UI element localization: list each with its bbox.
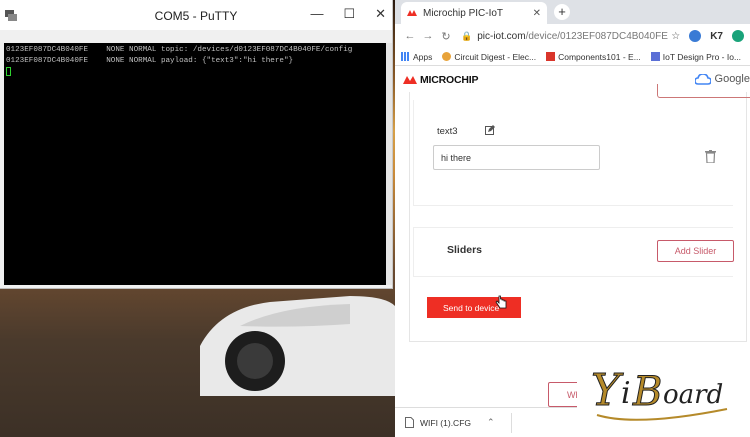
terminal-cursor bbox=[6, 67, 11, 76]
bookmark-label: IoT Design Pro - Io... bbox=[662, 51, 742, 62]
bookmark-label: Circuit Digest - Elec... bbox=[454, 51, 537, 62]
url-path: /device/0123EF087DC4B040FE bbox=[525, 30, 668, 42]
extension-icon[interactable] bbox=[689, 30, 702, 42]
microchip-logo-text: MICROCHIP bbox=[420, 74, 479, 86]
bookmark-apps[interactable]: Apps bbox=[401, 52, 432, 62]
bookmark-iot-design-pro[interactable]: IoT Design Pro - Io... bbox=[650, 51, 742, 62]
download-item[interactable]: WIFI (1).CFG bbox=[405, 417, 471, 428]
putty-titlebar[interactable]: COM5 - PuTTY — ☐ ✕ bbox=[0, 0, 392, 30]
sliders-title: Sliders bbox=[447, 244, 483, 256]
edit-icon[interactable] bbox=[485, 125, 495, 135]
text3-label: text3 bbox=[437, 126, 458, 137]
bookmark-components101[interactable]: Components101 - E... bbox=[546, 52, 641, 62]
back-icon[interactable]: ← bbox=[401, 30, 419, 42]
svg-text:i: i bbox=[621, 376, 631, 411]
microchip-logo[interactable]: MICROCHIP bbox=[403, 74, 478, 86]
bookmark-label: Apps bbox=[413, 51, 433, 62]
yiboard-watermark-logo: Y i B oard bbox=[577, 345, 750, 437]
svg-text:Y: Y bbox=[591, 365, 624, 416]
terminal-line: 0123EF087DC4B040FE NONE NORMAL payload: … bbox=[6, 57, 294, 65]
putty-window: COM5 - PuTTY — ☐ ✕ 0123EF087DC4B040FE NO… bbox=[0, 0, 393, 289]
file-icon bbox=[405, 417, 414, 428]
browser-toolbar: ← → ↻ 🔒 pic-iot.com/device/0123EF087DC4B… bbox=[395, 24, 750, 48]
close-icon[interactable]: ✕ bbox=[375, 6, 386, 22]
star-icon[interactable]: ☆ bbox=[671, 31, 680, 42]
svg-text:oard: oard bbox=[663, 380, 723, 410]
url-host: pic-iot.com bbox=[477, 30, 526, 42]
hand-pointer-icon bbox=[495, 295, 507, 309]
forward-icon[interactable]: → bbox=[419, 30, 437, 42]
add-slider-button[interactable]: Add Slider bbox=[657, 240, 734, 262]
terminal-scrollbar[interactable] bbox=[386, 43, 392, 285]
bookmark-circuit-digest[interactable]: Circuit Digest - Elec... bbox=[442, 52, 536, 62]
trash-icon[interactable] bbox=[705, 150, 716, 163]
chevron-up-icon[interactable]: ⌃ bbox=[487, 417, 495, 428]
downloads-divider bbox=[510, 412, 512, 433]
iot-design-pro-icon bbox=[650, 52, 660, 61]
apps-icon bbox=[401, 52, 410, 61]
partial-top-button[interactable] bbox=[657, 84, 750, 98]
tab-microchip[interactable]: Microchip PIC-IoT ✕ bbox=[401, 2, 547, 24]
minimize-icon[interactable]: — bbox=[310, 6, 323, 22]
terminal-output[interactable]: 0123EF087DC4B040FE NONE NORMAL topic: /d… bbox=[4, 43, 386, 285]
bookmarks-bar: Apps Circuit Digest - Elec... Components… bbox=[395, 48, 750, 66]
bookmark-label: Components101 - E... bbox=[558, 51, 641, 62]
tab-strip: Microchip PIC-IoT ✕ + bbox=[395, 0, 750, 24]
maximize-icon[interactable]: ☐ bbox=[343, 6, 355, 22]
svg-text:B: B bbox=[632, 369, 662, 415]
microchip-favicon-icon bbox=[407, 10, 417, 16]
address-bar[interactable]: pic-iot.com/device/0123EF087DC4B040FE bbox=[477, 31, 668, 42]
tab-close-icon[interactable]: ✕ bbox=[533, 8, 541, 19]
download-file-name: WIFI (1).CFG bbox=[420, 417, 471, 428]
lock-icon[interactable]: 🔒 bbox=[461, 31, 472, 42]
circuit-digest-icon bbox=[442, 52, 452, 61]
car-image bbox=[200, 296, 395, 396]
extension-k7[interactable]: K7 bbox=[710, 31, 723, 42]
new-tab-button[interactable]: + bbox=[554, 4, 570, 20]
text3-input[interactable] bbox=[433, 145, 600, 170]
microchip-logo-icon bbox=[403, 76, 417, 84]
reload-icon[interactable]: ↻ bbox=[437, 30, 455, 43]
terminal-line: 0123EF087DC4B040FE NONE NORMAL topic: /d… bbox=[6, 46, 353, 54]
tab-title: Microchip PIC-IoT bbox=[423, 7, 504, 19]
components101-icon bbox=[546, 52, 556, 61]
grammarly-icon[interactable] bbox=[732, 30, 744, 42]
google-cloud-icon bbox=[694, 73, 711, 85]
